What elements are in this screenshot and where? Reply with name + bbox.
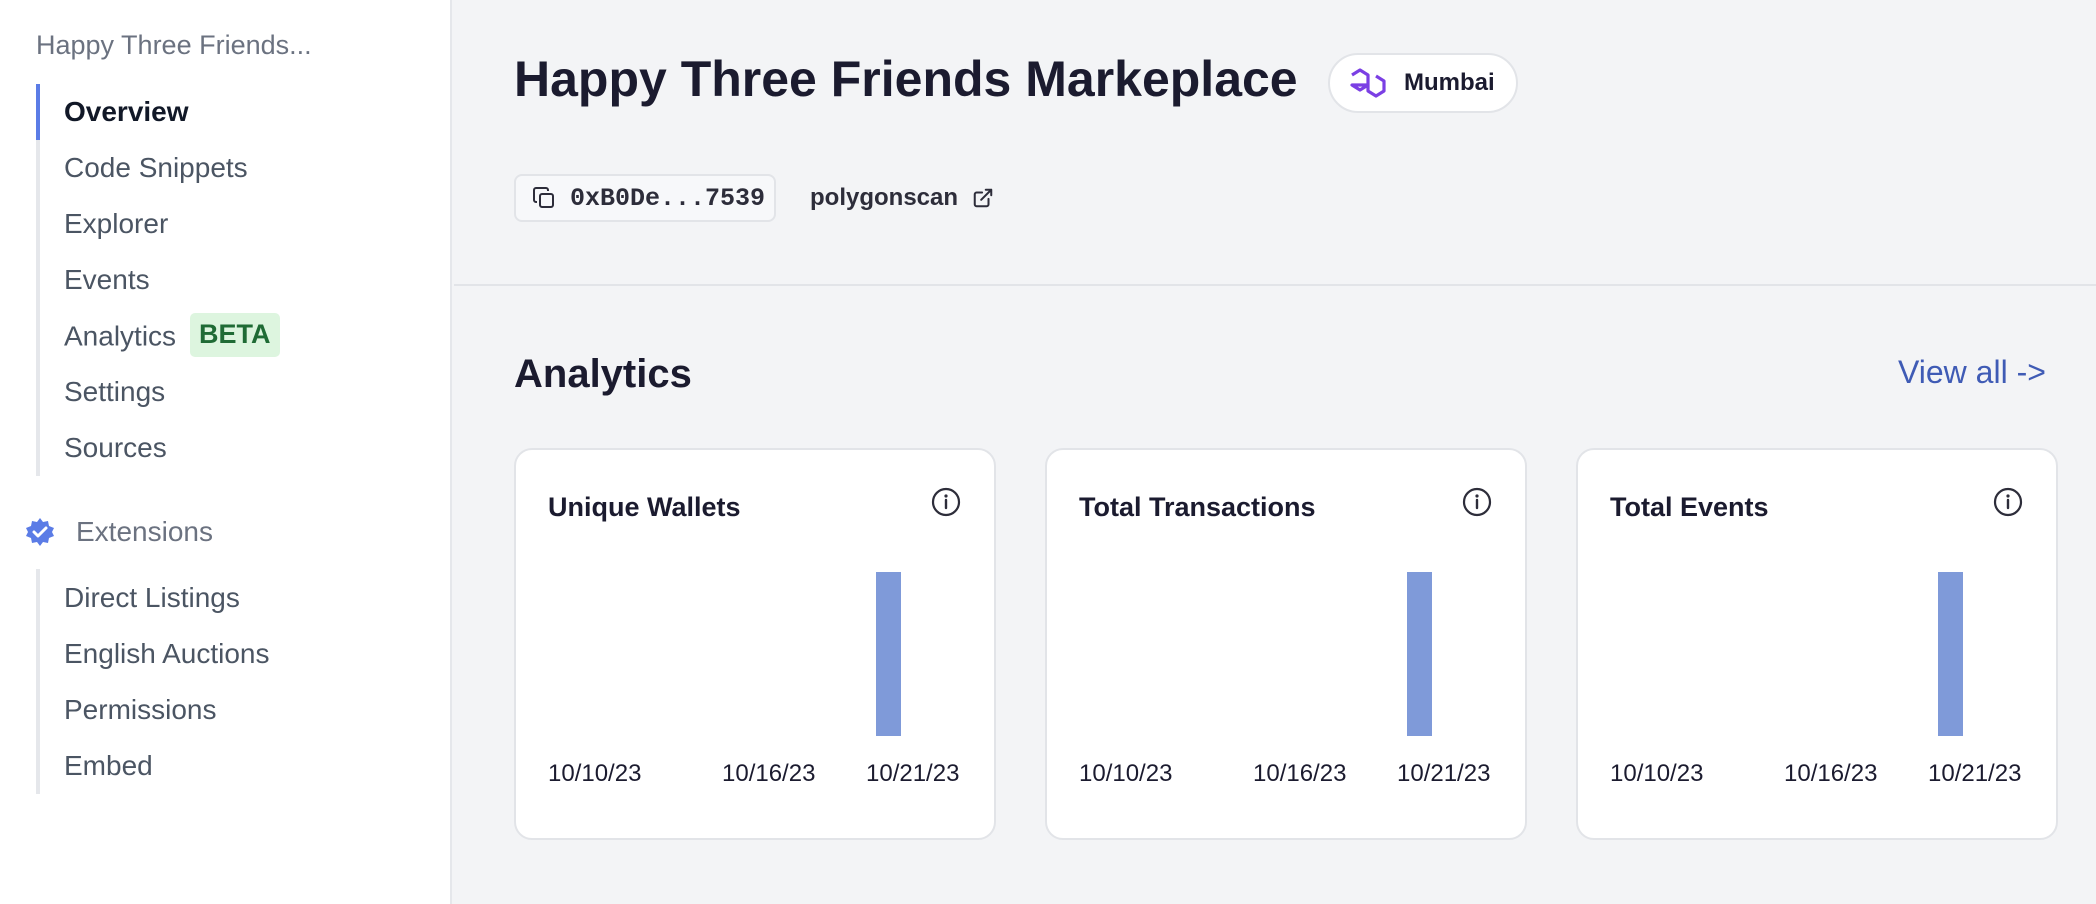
chart-bar bbox=[1407, 572, 1432, 736]
polygon-icon bbox=[1350, 68, 1386, 98]
nav-item-settings[interactable]: Settings bbox=[64, 372, 165, 412]
chain-badge[interactable]: Mumbai bbox=[1328, 53, 1518, 113]
copy-icon bbox=[533, 187, 554, 208]
card-total-events: Total Events 10/10/23 10/16/23 10/21/23 bbox=[1576, 448, 2058, 840]
nav-item-analytics[interactable]: Analytics BETA bbox=[64, 313, 280, 357]
page-title: Happy Three Friends Markeplace bbox=[514, 51, 1298, 107]
x-tick: 10/16/23 bbox=[722, 760, 816, 787]
x-tick: 10/21/23 bbox=[1928, 760, 2022, 787]
x-tick: 10/10/23 bbox=[1079, 760, 1173, 787]
info-icon[interactable] bbox=[1461, 486, 1493, 518]
active-indicator bbox=[36, 84, 40, 140]
nav-group-extensions: Direct Listings English Auctions Permiss… bbox=[36, 569, 269, 794]
view-all-link[interactable]: View all -> bbox=[1898, 354, 2046, 391]
x-tick: 10/16/23 bbox=[1784, 760, 1878, 787]
copy-address-button[interactable]: 0xB0De...7539 bbox=[514, 174, 776, 222]
x-tick: 10/21/23 bbox=[1397, 760, 1491, 787]
info-icon[interactable] bbox=[930, 486, 962, 518]
contract-address: 0xB0De...7539 bbox=[570, 183, 766, 213]
chart-bar bbox=[1938, 572, 1963, 736]
nav-item-embed[interactable]: Embed bbox=[64, 746, 153, 786]
polygonscan-label: polygonscan bbox=[810, 184, 959, 211]
nav-item-code-snippets[interactable]: Code Snippets bbox=[64, 148, 248, 188]
card-title: Unique Wallets bbox=[548, 492, 741, 522]
external-link-icon bbox=[973, 188, 993, 208]
contract-header bbox=[454, 0, 2096, 286]
beta-badge: BETA bbox=[190, 313, 280, 357]
chart-bar bbox=[876, 572, 901, 736]
nav-item-events[interactable]: Events bbox=[64, 260, 150, 300]
x-tick: 10/10/23 bbox=[548, 760, 642, 787]
card-title: Total Events bbox=[1610, 492, 1769, 522]
x-tick: 10/16/23 bbox=[1253, 760, 1347, 787]
nav-item-english-auctions[interactable]: English Auctions bbox=[64, 634, 269, 674]
nav-item-analytics-label: Analytics bbox=[64, 320, 177, 352]
nav-item-direct-listings[interactable]: Direct Listings bbox=[64, 578, 240, 618]
extensions-label: Extensions bbox=[76, 516, 213, 547]
nav-item-permissions[interactable]: Permissions bbox=[64, 690, 216, 730]
card-total-transactions: Total Transactions 10/10/23 10/16/23 10/… bbox=[1045, 448, 1527, 840]
x-tick: 10/21/23 bbox=[866, 760, 960, 787]
info-icon[interactable] bbox=[1992, 486, 2024, 518]
nav-item-overview[interactable]: Overview bbox=[64, 92, 189, 132]
chain-name: Mumbai bbox=[1404, 69, 1495, 96]
nav-group-main: Overview Code Snippets Explorer Events A… bbox=[36, 84, 280, 476]
nav-item-explorer[interactable]: Explorer bbox=[64, 204, 168, 244]
contract-name: Happy Three Friends... bbox=[36, 30, 312, 60]
card-unique-wallets: Unique Wallets 10/10/23 10/16/23 10/21/2… bbox=[514, 448, 996, 840]
sidebar: Happy Three Friends... Overview Code Sni… bbox=[0, 0, 452, 904]
extension-badge-icon bbox=[26, 518, 54, 546]
polygonscan-link[interactable]: polygonscan bbox=[810, 180, 994, 216]
x-tick: 10/10/23 bbox=[1610, 760, 1704, 787]
analytics-title: Analytics bbox=[514, 352, 692, 396]
extensions-header: Extensions bbox=[24, 512, 213, 552]
card-title: Total Transactions bbox=[1079, 492, 1316, 522]
nav-item-sources[interactable]: Sources bbox=[64, 428, 167, 468]
